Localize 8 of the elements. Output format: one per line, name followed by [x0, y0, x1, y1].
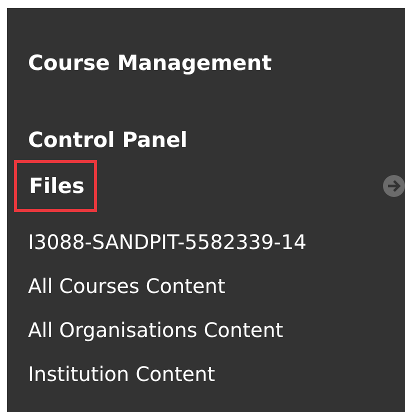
menu-heading: Course Management [28, 50, 273, 77]
menu-item[interactable]: All Courses Content [28, 264, 226, 308]
files-link[interactable]: Files [14, 160, 98, 212]
menu-item[interactable]: All Organisations Content [28, 308, 284, 352]
menu-item[interactable]: I3088-SANDPIT-5582339-14 [28, 220, 306, 264]
section-title: Control Panel [28, 127, 189, 154]
menu-item[interactable]: Institution Content [28, 352, 216, 396]
arrow-circle-icon[interactable] [383, 175, 405, 197]
